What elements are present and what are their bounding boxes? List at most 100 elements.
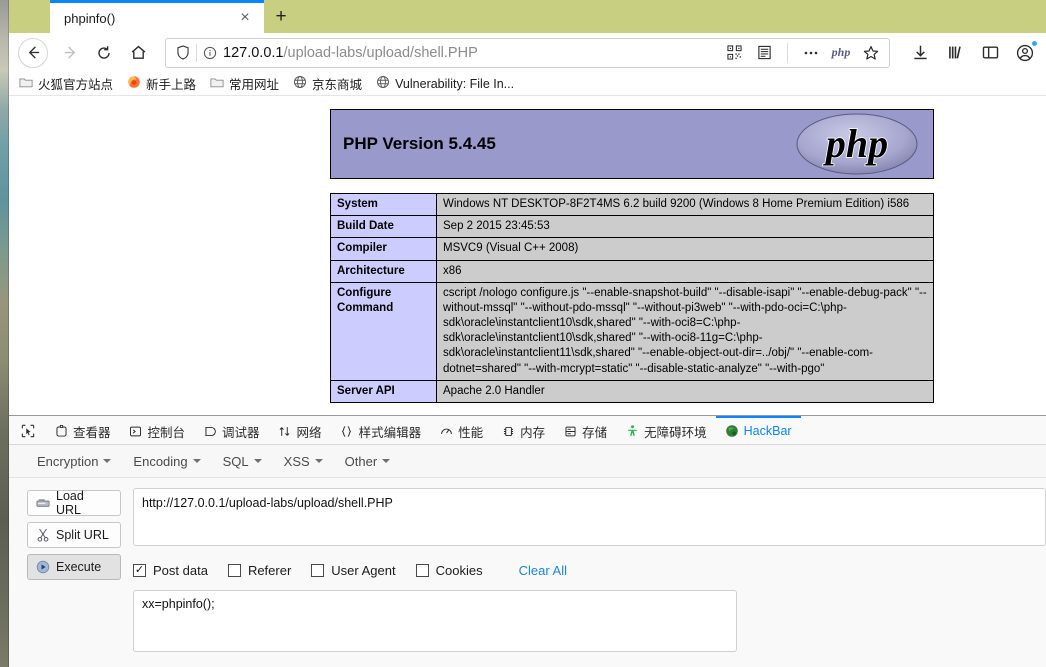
button-label: Execute — [56, 560, 102, 574]
menu-xss[interactable]: XSS — [284, 454, 323, 469]
chevron-down-icon — [314, 459, 323, 463]
url-text[interactable]: 127.0.0.1/upload-labs/upload/shell.PHP — [223, 45, 722, 61]
phpinfo-table: System Windows NT DESKTOP-8F2T4MS 6.2 bu… — [330, 192, 934, 403]
bookmark-star-icon[interactable] — [859, 41, 883, 65]
execute-button[interactable]: Execute — [27, 554, 121, 580]
load-url-button[interactable]: Load URL — [27, 489, 121, 517]
page-info-icon[interactable] — [197, 46, 223, 60]
tab-label: 无障碍环境 — [644, 425, 707, 440]
new-tab-button[interactable]: + — [264, 0, 298, 33]
downloads-icon[interactable] — [908, 41, 932, 65]
bookmarks-toolbar: 火狐官方站点 新手上路 常用网址 京东商城 Vulnerability: Fil… — [9, 72, 1046, 96]
url-input[interactable] — [133, 488, 1046, 546]
tab-network[interactable]: 网络 — [269, 416, 331, 445]
menu-label: XSS — [283, 453, 310, 469]
tab-style-editor[interactable]: 样式编辑器 — [331, 416, 431, 445]
row-key: Architecture — [330, 259, 437, 283]
tab-console[interactable]: 控制台 — [120, 416, 195, 445]
table-row: System Windows NT DESKTOP-8F2T4MS 6.2 bu… — [330, 192, 934, 217]
php-logo-icon: php — [795, 111, 919, 177]
menu-sql[interactable]: SQL — [223, 454, 262, 469]
chevron-down-icon — [192, 459, 201, 463]
tab-storage[interactable]: 存储 — [554, 416, 616, 445]
execute-icon — [36, 560, 50, 574]
bookmark-item[interactable]: 常用网址 — [210, 74, 279, 93]
tab-label: 样式编辑器 — [358, 425, 422, 440]
hackbar-menubar: Encryption Encoding SQL XSS Other — [9, 445, 1046, 478]
post-data-input[interactable] — [133, 590, 737, 652]
qr-code-icon[interactable] — [722, 41, 746, 65]
clear-all-link[interactable]: Clear All — [519, 563, 567, 578]
php-icon[interactable]: php — [829, 41, 853, 65]
debugger-icon — [203, 424, 217, 438]
inspector-icon — [54, 424, 68, 438]
tab-label: 调试器 — [222, 425, 260, 440]
menu-label: SQL — [222, 453, 249, 469]
checkbox-box — [311, 564, 325, 577]
row-value: MSVC9 (Visual C++ 2008) — [436, 237, 934, 261]
tab-label: 控制台 — [147, 425, 186, 440]
bookmark-item[interactable]: 新手上路 — [127, 74, 196, 93]
tab-inspector[interactable]: 查看器 — [45, 416, 120, 445]
tab-label: 内存 — [520, 425, 546, 440]
button-label: Split URL — [56, 528, 109, 542]
row-key: System — [330, 192, 437, 217]
phpinfo-report: PHP Version 5.4.45 php System Windows NT… — [330, 97, 934, 403]
url-actions-divider — [787, 42, 788, 63]
globe-icon — [376, 75, 390, 92]
tab-accessibility[interactable]: 无障碍环境 — [616, 416, 716, 445]
post-data-checkbox[interactable]: ✓ Post data — [133, 563, 208, 578]
checkbox-label: Post data — [153, 563, 208, 578]
tab-hackbar[interactable]: HackBar — [715, 415, 801, 445]
tab-label: 网络 — [296, 425, 322, 440]
menu-label: Encryption — [37, 453, 99, 469]
browser-toolbar-actions — [900, 39, 1038, 65]
browser-tab-phpinfo[interactable]: phpinfo() × — [50, 0, 264, 33]
cookies-checkbox[interactable]: Cookies — [415, 563, 483, 578]
referer-checkbox[interactable]: Referer — [227, 563, 291, 578]
tab-title: phpinfo() — [64, 10, 116, 26]
tab-performance[interactable]: 性能 — [430, 416, 492, 445]
reload-icon[interactable] — [87, 36, 121, 70]
close-icon[interactable]: × — [234, 7, 256, 29]
split-url-button[interactable]: Split URL — [27, 522, 121, 548]
bookmark-label: 火狐官方站点 — [38, 78, 114, 92]
bookmark-label: 京东商城 — [312, 78, 363, 92]
reader-mode-icon[interactable] — [752, 41, 776, 65]
storage-icon — [563, 424, 577, 438]
account-icon[interactable] — [1013, 39, 1038, 65]
tab-debugger[interactable]: 调试器 — [194, 416, 269, 445]
hackbar-icon — [725, 424, 739, 438]
console-icon — [129, 424, 143, 438]
checkbox-label: User Agent — [331, 563, 396, 578]
bookmark-item[interactable]: 火狐官方站点 — [19, 74, 113, 93]
checkbox-box — [415, 564, 429, 577]
bookmark-item[interactable]: Vulnerability: File In... — [376, 75, 514, 92]
row-key: Configure Command — [330, 281, 437, 381]
phpinfo-header: PHP Version 5.4.45 php — [330, 109, 934, 179]
user-agent-checkbox[interactable]: User Agent — [311, 563, 396, 578]
sidebar-icon[interactable] — [978, 41, 1002, 65]
row-value: Sep 2 2015 23:45:53 — [436, 215, 934, 239]
library-icon[interactable] — [943, 41, 967, 65]
tab-memory[interactable]: 内存 — [492, 416, 554, 445]
split-url-icon — [36, 528, 50, 542]
tab-strip: phpinfo() × + — [9, 0, 1046, 33]
navigation-toolbar: 127.0.0.1/upload-labs/upload/shell.PHP p… — [9, 33, 1046, 72]
url-bar[interactable]: 127.0.0.1/upload-labs/upload/shell.PHP p… — [165, 37, 890, 68]
chevron-down-icon — [253, 459, 262, 463]
home-icon[interactable] — [121, 36, 155, 70]
menu-encoding[interactable]: Encoding — [133, 454, 201, 469]
element-picker-icon[interactable] — [13, 416, 45, 445]
bookmark-item[interactable]: 京东商城 — [293, 74, 362, 93]
menu-other[interactable]: Other — [345, 454, 391, 469]
tab-label: 存储 — [582, 425, 608, 440]
menu-encryption[interactable]: Encryption — [37, 453, 112, 469]
hackbar-action-buttons: Load URL Split URL Execute — [27, 488, 121, 655]
developer-tools-panel: 查看器 控制台 调试器 网络 样式编辑器 性能 内存 存储 无障碍环境 Hack… — [9, 415, 1046, 667]
url-host: 127.0.0.1 — [223, 44, 284, 61]
back-icon[interactable] — [18, 37, 48, 68]
page-actions-icon[interactable] — [799, 41, 823, 65]
shield-icon[interactable] — [170, 45, 196, 60]
memory-icon — [501, 424, 515, 438]
